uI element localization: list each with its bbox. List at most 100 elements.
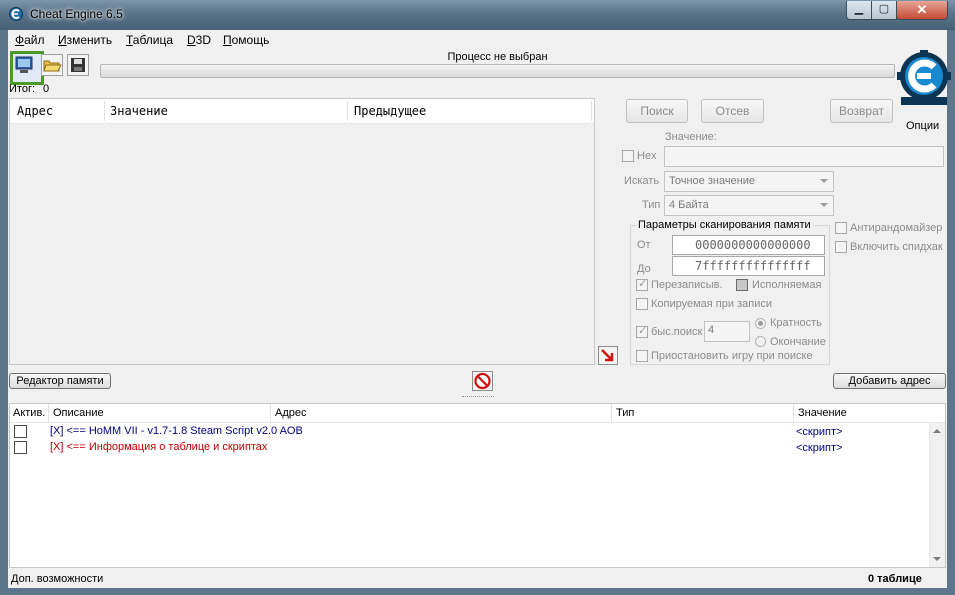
scan-progress-bar xyxy=(100,64,895,78)
window-frame-bottom xyxy=(0,588,955,595)
copy-on-write-checkbox[interactable] xyxy=(636,298,648,310)
stop-address-label: До xyxy=(637,263,651,275)
value-type-label: Тип xyxy=(642,199,661,211)
last-digits-radio[interactable] xyxy=(755,336,766,347)
scroll-up-icon[interactable] xyxy=(933,429,941,433)
column-divider[interactable] xyxy=(793,404,794,422)
column-address[interactable]: Адрес xyxy=(17,104,53,118)
start-address-input[interactable]: 0000000000000000 xyxy=(672,235,825,255)
table-extras-label[interactable]: 0 таблице xyxy=(868,573,922,585)
save-table-button[interactable] xyxy=(67,54,89,76)
advanced-options-label[interactable]: Доп. возможности xyxy=(11,573,103,585)
found-count-value: 0 xyxy=(43,83,50,95)
menu-file[interactable]: Файл xyxy=(15,33,45,47)
speedhack-checkbox[interactable] xyxy=(835,241,847,253)
save-disk-icon xyxy=(71,58,85,72)
column-divider[interactable] xyxy=(270,404,271,422)
pause-game-checkbox[interactable] xyxy=(636,350,648,362)
row-description[interactable]: [X] <== HoMM VII - v1.7-1.8 Steam Script… xyxy=(50,425,303,437)
scan-value-input[interactable] xyxy=(664,146,944,167)
fast-scan-label: быс.поиск xyxy=(651,326,703,338)
fast-scan-input[interactable]: 4 xyxy=(704,321,750,342)
maximize-icon: ▢ xyxy=(878,3,890,15)
splitter-grip[interactable] xyxy=(462,396,494,400)
stop-address-input[interactable]: 7fffffffffffffff xyxy=(672,256,825,276)
menu-help[interactable]: Помощь xyxy=(223,33,269,47)
chevron-down-icon xyxy=(820,179,828,183)
column-value[interactable]: Значение xyxy=(110,104,168,118)
fast-scan-checkbox[interactable] xyxy=(636,324,648,338)
address-list-scrollbar[interactable] xyxy=(929,423,945,567)
column-previous[interactable]: Предыдущее xyxy=(354,104,426,118)
row-active-checkbox[interactable] xyxy=(14,441,27,454)
undo-scan-button[interactable]: Возврат xyxy=(830,99,893,123)
start-address-label: От xyxy=(637,239,651,251)
column-divider[interactable] xyxy=(104,101,105,121)
title-bar[interactable] xyxy=(0,0,955,30)
column-type[interactable]: Тип xyxy=(616,407,634,419)
chevron-down-icon xyxy=(820,203,828,207)
value-type-value: 4 Байта xyxy=(669,199,709,211)
scan-type-label: Искать xyxy=(624,175,660,187)
row-active-checkbox[interactable] xyxy=(14,425,27,438)
found-count-label: Итог: xyxy=(9,83,36,95)
column-description[interactable]: Описание xyxy=(53,407,104,419)
minimize-icon: ▁ xyxy=(854,3,864,15)
window-frame-left xyxy=(0,30,8,595)
column-divider[interactable] xyxy=(48,404,49,422)
column-divider[interactable] xyxy=(347,101,348,121)
cheat-engine-logo[interactable] xyxy=(897,50,951,118)
no-entry-icon xyxy=(474,372,491,390)
column-active[interactable]: Актив. xyxy=(13,407,45,419)
red-arrow-icon xyxy=(601,349,614,362)
open-folder-icon xyxy=(43,60,62,72)
speedhack-label: Включить спидхак xyxy=(850,241,943,253)
computer-icon xyxy=(15,56,33,73)
pause-game-label: Приостановить игру при поиске xyxy=(651,350,813,362)
value-type-select[interactable]: 4 Байта xyxy=(664,195,834,216)
first-scan-button[interactable]: Поиск xyxy=(626,99,688,123)
column-address[interactable]: Адрес xyxy=(275,407,307,419)
maximize-button[interactable]: ▢ xyxy=(871,1,897,20)
scroll-down-icon[interactable] xyxy=(933,557,941,561)
minimize-button[interactable]: ▁ xyxy=(846,1,872,20)
alignment-label: Кратность xyxy=(770,317,822,329)
scan-type-value: Точное значение xyxy=(669,175,756,187)
window-title: Cheat Engine 6.5 xyxy=(30,7,123,21)
scan-results-header xyxy=(10,99,594,124)
scan-results-list[interactable] xyxy=(9,98,595,365)
writable-checkbox[interactable] xyxy=(636,277,648,291)
open-table-button[interactable] xyxy=(41,54,63,76)
unrandomizer-checkbox[interactable] xyxy=(835,222,847,234)
menu-table[interactable]: Таблица xyxy=(126,33,173,47)
copy-on-write-label: Копируемая при записи xyxy=(651,298,772,310)
menu-d3d[interactable]: D3D xyxy=(187,33,211,47)
value-label: Значение: xyxy=(665,131,717,143)
unrandomizer-label: Антирандомайзер xyxy=(850,222,943,234)
column-divider[interactable] xyxy=(591,101,592,121)
copy-to-address-list-button[interactable] xyxy=(598,346,618,365)
column-value[interactable]: Значение xyxy=(798,407,847,419)
writable-label: Перезаписыв. xyxy=(651,279,723,291)
process-label: Процесс не выбран xyxy=(447,51,548,63)
cheat-engine-app-icon xyxy=(9,7,23,21)
row-value[interactable]: <скрипт> xyxy=(796,442,842,454)
close-button[interactable]: ✕ xyxy=(896,1,948,20)
executable-label: Исполняемая xyxy=(752,279,822,291)
column-divider[interactable] xyxy=(611,404,612,422)
add-address-button[interactable]: Добавить адрес xyxy=(833,373,946,389)
executable-checkbox[interactable] xyxy=(736,279,748,291)
hex-label: Hex xyxy=(637,150,657,162)
row-value[interactable]: <скрипт> xyxy=(796,426,842,438)
last-digits-label: Окончание xyxy=(770,336,826,348)
options-label[interactable]: Опции xyxy=(906,120,939,132)
clear-list-button[interactable] xyxy=(472,371,493,391)
next-scan-button[interactable]: Отсев xyxy=(701,99,764,123)
hex-checkbox[interactable] xyxy=(622,150,634,162)
alignment-radio[interactable] xyxy=(755,318,766,329)
memory-view-button[interactable]: Редактор памяти xyxy=(9,373,111,389)
select-process-button[interactable] xyxy=(10,51,44,85)
menu-edit[interactable]: Изменить xyxy=(58,33,112,47)
row-description[interactable]: [X] <== Информация о таблице и скриптах xyxy=(50,441,267,453)
scan-type-select[interactable]: Точное значение xyxy=(664,171,834,192)
